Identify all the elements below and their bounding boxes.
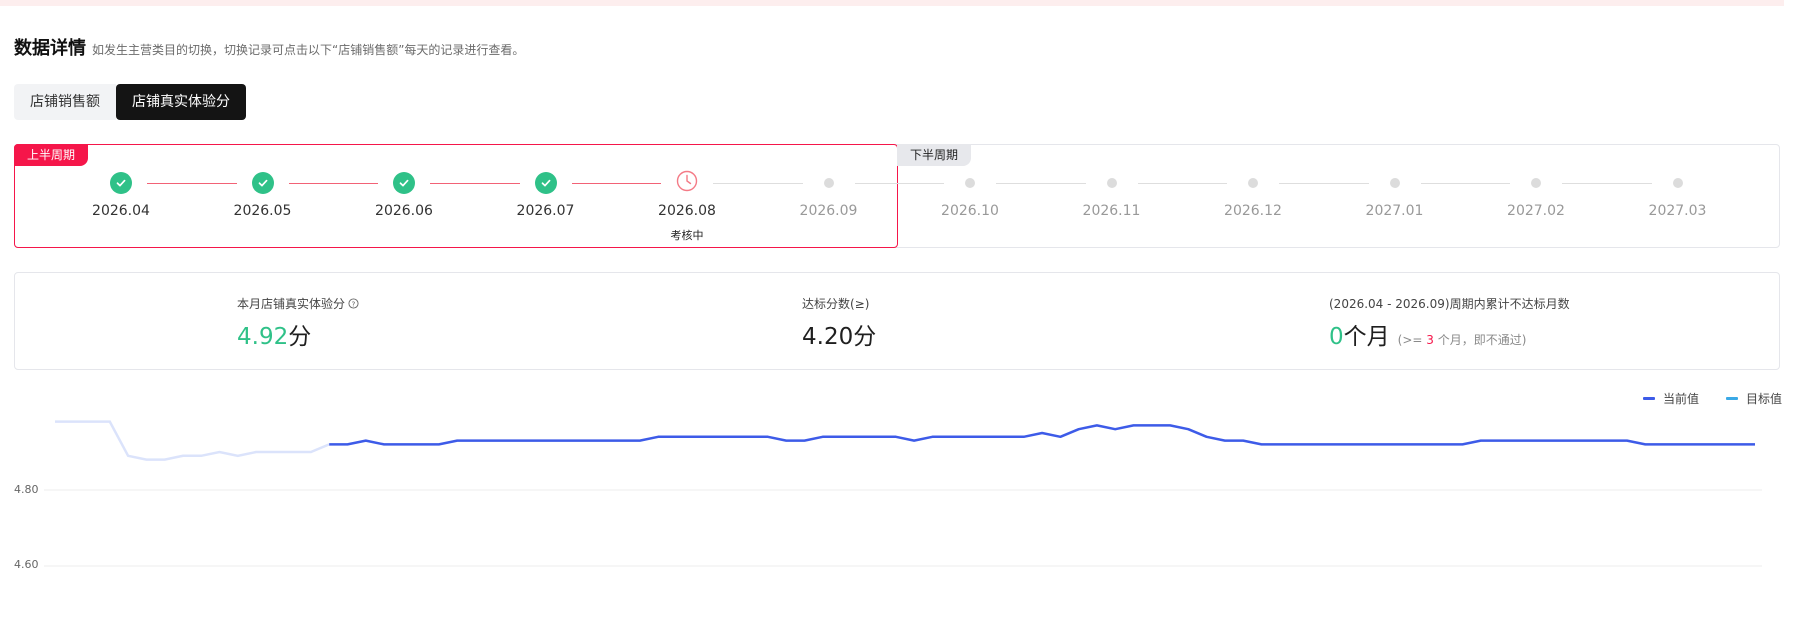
stat-label: (2026.04 - 2026.09)周期内累计不达标月数 [1329, 297, 1570, 311]
pending-dot [1389, 178, 1400, 188]
timeline-node-2026-09[interactable] [817, 171, 841, 195]
timeline-node-2026-10[interactable] [958, 171, 982, 195]
pending-dot [965, 178, 975, 188]
pending-dot [1106, 178, 1117, 188]
timeline-month-label: 2027.01 [1365, 203, 1424, 219]
timeline-connector [1562, 183, 1652, 184]
timeline-node-2026-07[interactable] [534, 171, 558, 195]
stat-value: 4.20 [802, 324, 854, 350]
stat-value: 4.92 [237, 324, 289, 350]
timeline-connector [1137, 183, 1227, 184]
top-alert-bar [0, 0, 1784, 6]
timeline-month-label: 2026.10 [941, 203, 999, 219]
timeline-month-label: 2026.04 [92, 203, 150, 219]
timeline-connector [713, 183, 803, 184]
stat-unit: 分 [853, 324, 877, 350]
series-current-line [329, 424, 1755, 446]
second-half-badge: 下半周期 [897, 144, 972, 166]
check-icon [393, 172, 415, 194]
timeline-month-label: 2026.05 [233, 203, 292, 219]
timeline-node-2026-08[interactable] [675, 170, 699, 196]
stat-value: 0 [1329, 324, 1344, 350]
check-icon [110, 172, 132, 194]
timeline-month-label: 2026.11 [1082, 203, 1141, 219]
page-title: 数据详情 [14, 38, 86, 59]
stat-unit: 个月 [1343, 324, 1390, 350]
timeline-month-label: 2026.07 [516, 203, 575, 219]
stat-label: 本月店铺真实体验分 [237, 297, 346, 311]
timeline-connector [1420, 183, 1510, 184]
timeline-node-2026-04[interactable] [109, 171, 133, 195]
timeline-month-label: 2027.03 [1648, 203, 1707, 219]
timeline-node-2026-12[interactable] [1241, 171, 1265, 195]
section-header: 数据详情 如发生主营类目的切换，切换记录可点击以下“店铺销售额”每天的记录进行查… [14, 34, 524, 60]
timeline-month-label: 2027.02 [1507, 203, 1565, 219]
pending-dot [1672, 178, 1683, 188]
timeline-month-label: 2026.06 [375, 203, 433, 219]
pending-dot [1531, 178, 1541, 188]
timeline-node-2027-01[interactable] [1383, 171, 1407, 195]
stat-note: (>= 3 个月，即不通过) [1397, 333, 1527, 347]
page-description: 如发生主营类目的切换，切换记录可点击以下“店铺销售额”每天的记录进行查看。 [92, 43, 525, 57]
clock-icon [676, 170, 698, 196]
stats-panel: 本月店铺真实体验分 ? 4.92 分 达标分数(≥) 4.20 分 (2026.… [14, 272, 1780, 370]
timeline-month-label: 2026.09 [799, 203, 858, 219]
timeline-connector [1279, 183, 1369, 184]
tab-store-sales[interactable]: 店铺销售额 [14, 84, 116, 120]
timeline-connector [430, 183, 520, 184]
first-half-badge: 上半周期 [14, 144, 89, 166]
score-trend-chart [44, 420, 1762, 567]
timeline-connector [996, 183, 1086, 184]
check-icon [534, 172, 557, 194]
help-icon[interactable]: ? [348, 298, 359, 309]
timeline-node-2027-02[interactable] [1524, 171, 1548, 195]
timeline-node-2026-06[interactable] [392, 171, 416, 195]
timeline-connector [147, 183, 237, 184]
metric-tabs: 店铺销售额 店铺真实体验分 [14, 84, 246, 120]
timeline-connector [288, 183, 378, 184]
timeline-month-label: 2026.12 [1224, 203, 1282, 219]
timeline-connector [571, 183, 661, 184]
pending-dot [1248, 178, 1258, 188]
series-current-faded-line [55, 420, 330, 461]
svg-text:?: ? [352, 299, 356, 308]
timeline-node-2026-05[interactable] [251, 171, 275, 195]
timeline-node-2027-03[interactable] [1666, 171, 1690, 195]
timeline-status-label: 考核中 [670, 229, 704, 242]
timeline-node-2026-11[interactable] [1100, 171, 1124, 195]
first-half-period [14, 144, 898, 248]
stat-unit: 分 [288, 324, 312, 350]
tab-experience-score[interactable]: 店铺真实体验分 [116, 84, 246, 120]
check-icon [251, 172, 274, 194]
timeline-connector [854, 183, 944, 184]
timeline-month-label: 2026.08 [658, 203, 716, 219]
pending-dot [823, 178, 834, 188]
stat-label: 达标分数(≥) [802, 297, 870, 311]
